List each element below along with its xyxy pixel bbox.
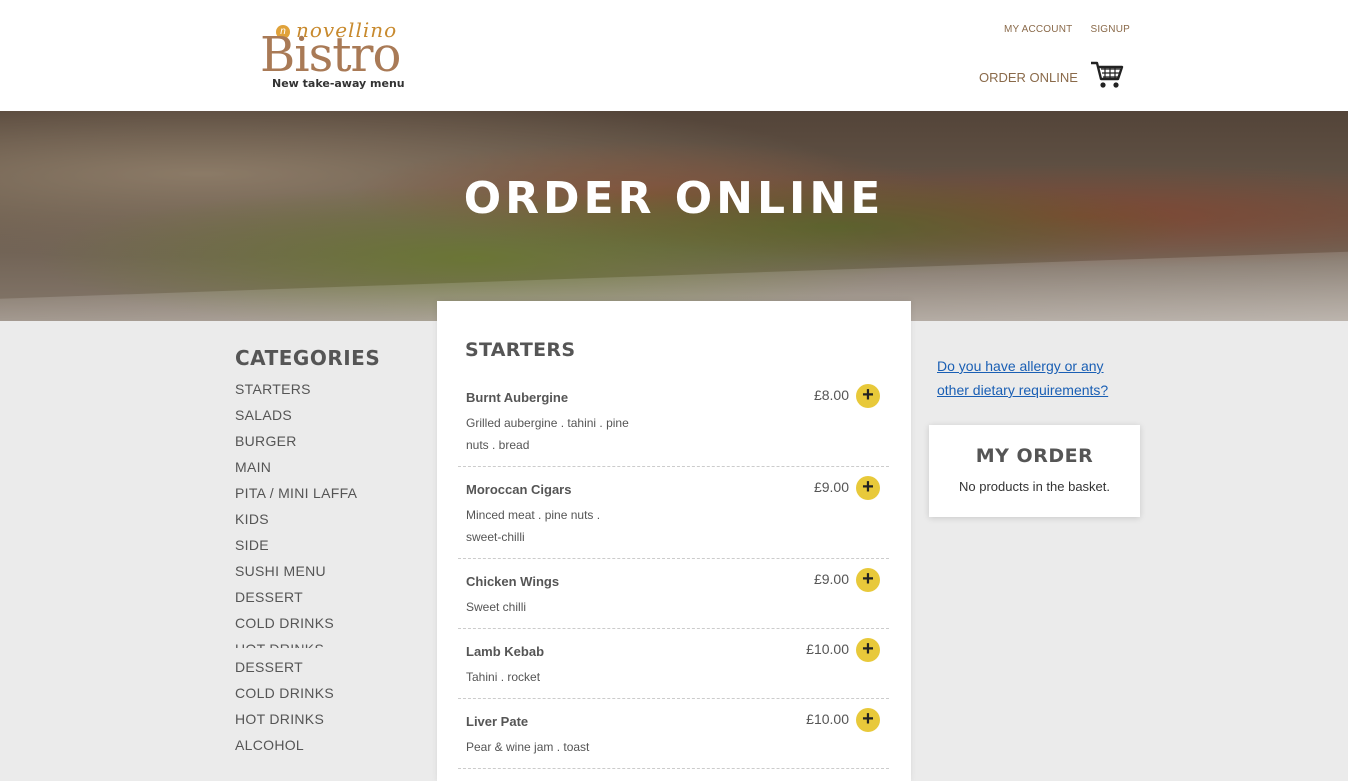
logo-tagline: New take-away menu <box>272 77 405 90</box>
allergy-link[interactable]: Do you have allergy or any other dietary… <box>937 354 1137 402</box>
category-item-kids[interactable]: KIDS <box>235 506 425 532</box>
menu-item: Chicken Wings Sweet chilli £9.00 + <box>458 568 889 629</box>
category-item-salads[interactable]: SALADS <box>235 402 425 428</box>
add-item-button[interactable]: + <box>856 568 880 592</box>
category-item-pita[interactable]: PITA / MINI LAFFA <box>235 480 425 506</box>
top-links: MY ACCOUNT SIGNUP <box>1004 24 1130 35</box>
category-item-hot-drinks-2[interactable]: HOT DRINKS <box>235 706 334 732</box>
category-item-dessert[interactable]: DESSERT <box>235 584 425 610</box>
menu-item: Burnt Aubergine Grilled aubergine . tahi… <box>458 384 889 467</box>
item-price: £10.00 <box>806 641 849 657</box>
add-item-button[interactable]: + <box>856 638 880 662</box>
menu-item: Liver Pate Pear & wine jam . toast £10.0… <box>458 708 889 769</box>
category-list: STARTERS SALADS BURGER MAIN PITA / MINI … <box>235 376 425 648</box>
category-item-cold-drinks-2[interactable]: COLD DRINKS <box>235 680 334 706</box>
categories-panel: CATEGORIES STARTERS SALADS BURGER MAIN P… <box>235 346 425 648</box>
my-account-link[interactable]: MY ACCOUNT <box>1004 24 1073 35</box>
menu-item: Moroccan Cigars Minced meat . pine nuts … <box>458 476 889 559</box>
site-header: n novellino Bistro New take-away menu MY… <box>0 0 1348 111</box>
menu-item: Lamb Kebab Tahini . rocket £10.00 + <box>458 638 889 699</box>
category-item-burger[interactable]: BURGER <box>235 428 425 454</box>
signup-link[interactable]: SIGNUP <box>1090 24 1130 35</box>
basket-empty-message: No products in the basket. <box>958 479 1111 494</box>
item-price: £8.00 <box>813 387 849 403</box>
category-item-hot-drinks[interactable]: HOT DRINKS <box>235 636 425 648</box>
add-item-button[interactable]: + <box>856 476 880 500</box>
shopping-cart-icon[interactable] <box>1090 60 1124 90</box>
category-item-side[interactable]: SIDE <box>235 532 425 558</box>
add-item-button[interactable]: + <box>856 384 880 408</box>
section-title: STARTERS <box>465 339 576 361</box>
category-item-main[interactable]: MAIN <box>235 454 425 480</box>
add-item-button[interactable]: + <box>856 708 880 732</box>
category-item-dessert-2[interactable]: DESSERT <box>235 654 334 680</box>
item-price: £9.00 <box>813 479 849 495</box>
item-price: £10.00 <box>806 711 849 727</box>
category-item-starters[interactable]: STARTERS <box>235 376 425 402</box>
item-name: Burnt Aubergine <box>466 390 569 405</box>
hero-banner: ORDER ONLINE <box>0 111 1348 321</box>
category-item-alcohol[interactable]: ALCOHOL <box>235 732 334 758</box>
item-name: Moroccan Cigars <box>466 482 572 497</box>
category-item-sushi[interactable]: SUSHI MENU <box>235 558 425 584</box>
bistro-logo[interactable]: n novellino Bistro New take-away menu <box>258 18 428 94</box>
item-price: £9.00 <box>813 571 849 587</box>
item-description: Pear & wine jam . toast <box>466 740 590 754</box>
page-title: ORDER ONLINE <box>463 173 885 224</box>
categories-title: CATEGORIES <box>235 346 381 370</box>
category-item-cold-drinks[interactable]: COLD DRINKS <box>235 610 425 636</box>
item-name: Lamb Kebab <box>466 644 545 659</box>
item-description: Minced meat . pine nuts . sweet-chilli <box>466 508 601 544</box>
logo-name: Bistro <box>260 27 401 83</box>
category-list-overflow: DESSERT COLD DRINKS HOT DRINKS ALCOHOL <box>235 654 334 758</box>
item-description: Grilled aubergine . tahini . pine nuts .… <box>466 416 629 452</box>
item-name: Liver Pate <box>466 714 529 729</box>
menu-card: STARTERS Burnt Aubergine Grilled aubergi… <box>437 301 911 781</box>
my-order-panel: MY ORDER No products in the basket. <box>929 425 1140 517</box>
item-description: Tahini . rocket <box>466 670 541 684</box>
item-name: Chicken Wings <box>466 574 560 589</box>
item-description: Sweet chilli <box>466 600 527 614</box>
my-order-title: MY ORDER <box>975 445 1094 467</box>
order-online-link[interactable]: ORDER ONLINE <box>979 70 1078 85</box>
